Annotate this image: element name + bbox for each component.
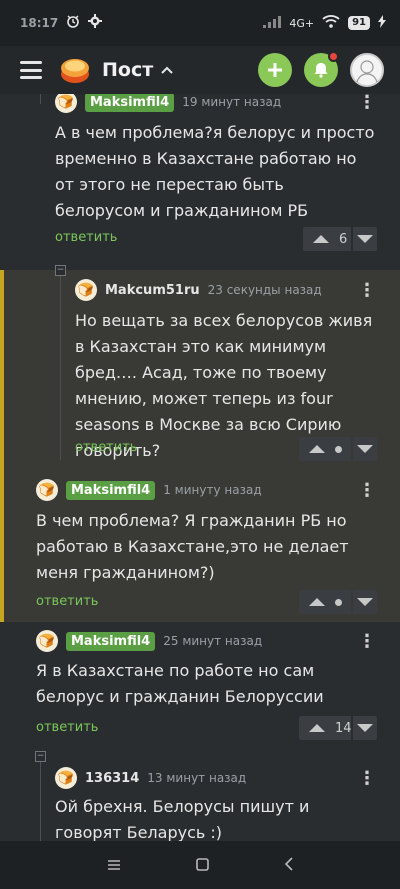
bell-icon [314, 63, 328, 78]
notification-dot [328, 51, 339, 62]
logo-icon[interactable] [58, 53, 92, 87]
reply-button[interactable]: ответить [36, 720, 98, 735]
upvote-button[interactable] [299, 590, 351, 614]
thread-line [40, 756, 41, 841]
upvote-icon [309, 724, 325, 732]
app-bar: Пост [0, 46, 400, 94]
comment: − 🍞 Makcum51ru 23 секунды назад ⋮ Но вещ… [0, 265, 400, 468]
comments-feed[interactable]: 🍞 Maksimfil4 19 минут назад ⋮ А в чем пр… [0, 94, 400, 841]
comment-time[interactable]: 13 минут назад [147, 771, 246, 785]
wifi-icon [322, 15, 340, 31]
downvote-button[interactable] [353, 716, 377, 740]
vote-control: 14 [299, 716, 377, 740]
upvote-icon [313, 235, 329, 243]
comment-text: А в чем проблема?я белорус и просто врем… [55, 123, 375, 220]
avatar[interactable]: 🍞 [75, 279, 97, 301]
kebab-icon[interactable]: ⋮ [358, 282, 376, 300]
comment-time[interactable]: 19 минут назад [182, 95, 281, 109]
settings-icon [88, 14, 103, 32]
bolt-icon [378, 15, 386, 31]
add-post-button[interactable] [258, 53, 292, 87]
comment-author[interactable]: 136314 [85, 771, 139, 786]
downvote-button[interactable] [353, 437, 377, 461]
downvote-icon [357, 724, 373, 732]
comment: − 🍞 136314 13 минут назад ⋮ Ой брехня. Б… [0, 750, 400, 841]
status-bar: 18:17 4G+ 91 [0, 0, 400, 46]
nav-back-icon[interactable] [284, 856, 293, 875]
status-time: 18:17 [20, 16, 59, 30]
kebab-icon[interactable]: ⋮ [358, 770, 376, 788]
kebab-icon[interactable]: ⋮ [358, 94, 376, 112]
no-score-dot [335, 445, 342, 453]
comment-text: В чем проблема? Я гражданин РБ но работа… [36, 511, 349, 582]
network-label: 4G+ [289, 16, 315, 30]
upvote-icon [309, 598, 325, 606]
new-comment-indicator [0, 468, 4, 622]
chevron-up-icon[interactable] [161, 62, 173, 78]
battery-indicator: 91 [348, 16, 370, 30]
vote-control [299, 590, 377, 614]
comment-author[interactable]: Maksimfil4 [66, 480, 156, 500]
downvote-icon [357, 445, 373, 453]
reply-button[interactable]: ответить [55, 230, 117, 245]
nav-menu-icon[interactable] [107, 856, 121, 875]
hamburger-icon[interactable] [20, 61, 42, 79]
downvote-button[interactable] [353, 227, 377, 251]
comment: 🍞 Maksimfil4 19 минут назад ⋮ А в чем пр… [0, 94, 400, 270]
nav-home-icon[interactable] [196, 856, 209, 875]
comment-author[interactable]: Makcum51ru [105, 283, 200, 298]
upvote-button[interactable] [299, 437, 351, 461]
collapse-icon[interactable]: − [55, 265, 66, 276]
page-title[interactable]: Пост [102, 59, 153, 81]
comment-author[interactable]: Maksimfil4 [66, 631, 156, 651]
alarm-icon [66, 14, 80, 32]
new-comment-indicator [0, 270, 4, 468]
upvote-button[interactable]: 14 [299, 716, 352, 740]
avatar[interactable]: 🍞 [36, 479, 58, 501]
collapse-icon[interactable]: − [35, 751, 46, 762]
comment: 🍞 Maksimfil4 25 минут назад ⋮ Я в Казахс… [0, 622, 400, 750]
comment-time[interactable]: 23 секунды назад [208, 283, 322, 297]
kebab-icon[interactable]: ⋮ [358, 633, 376, 651]
comment-text: Ой брехня. Белорусы пишут и говорят Бела… [55, 797, 310, 841]
comment-time[interactable]: 1 минуту назад [163, 483, 261, 497]
comment-author[interactable]: Maksimfil4 [85, 94, 175, 112]
comment-text: Я в Казахстане по работе но сам белорус … [36, 661, 324, 706]
reply-button[interactable]: ответить [75, 440, 137, 455]
downvote-icon [357, 598, 373, 606]
reply-button[interactable]: ответить [36, 594, 98, 609]
comment-score: 14 [335, 720, 352, 736]
vote-control: 6 [303, 227, 377, 251]
downvote-button[interactable] [353, 590, 377, 614]
upvote-icon [309, 445, 325, 453]
plus-icon [268, 63, 282, 77]
system-nav-bar [0, 841, 400, 889]
comment: 🍞 Maksimfil4 1 минуту назад ⋮ В чем проб… [0, 468, 400, 622]
upvote-button[interactable]: 6 [303, 227, 351, 251]
no-score-dot [335, 598, 342, 606]
user-avatar[interactable] [350, 53, 384, 87]
avatar[interactable]: 🍞 [55, 94, 77, 113]
downvote-icon [357, 235, 373, 243]
avatar[interactable]: 🍞 [36, 630, 58, 652]
comment-time[interactable]: 25 минут назад [163, 634, 262, 648]
avatar[interactable]: 🍞 [55, 767, 77, 789]
kebab-icon[interactable]: ⋮ [358, 482, 376, 500]
thread-line [60, 270, 61, 460]
notifications-button[interactable] [304, 51, 339, 87]
thread-line [40, 94, 41, 104]
signal-icon [263, 15, 282, 31]
comment-score: 6 [339, 231, 348, 247]
vote-control [299, 437, 377, 461]
